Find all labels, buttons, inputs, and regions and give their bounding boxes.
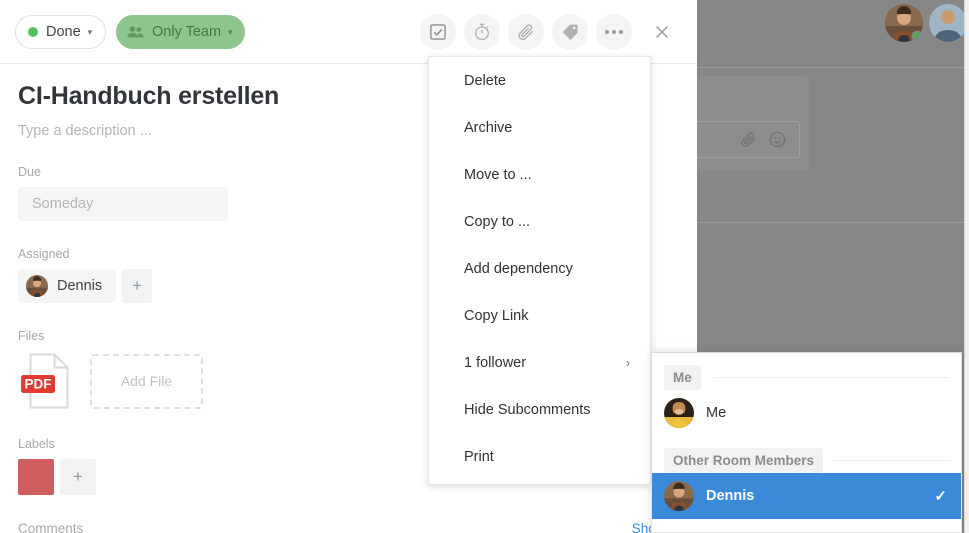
menu-item-hide-subcomments[interactable]: Hide Subcomments — [429, 386, 650, 433]
avatar-member-art — [929, 4, 967, 42]
avatar-me-art — [664, 398, 694, 428]
avatar-dennis-art — [26, 275, 48, 297]
followers-submenu: Me Me Other Room Members Dennis ✓ — [651, 352, 962, 533]
menu-item-label: Hide Subcomments — [464, 401, 591, 418]
chevron-down-icon: ▾ — [228, 26, 233, 37]
follower-row-me[interactable]: Me — [652, 390, 961, 436]
paperclip-icon[interactable] — [508, 14, 544, 50]
page-scroll-edge[interactable] — [964, 0, 969, 533]
file-thumb-pdf[interactable]: PDF — [18, 351, 80, 411]
submenu-section-other-room-members: Other Room Members — [652, 448, 961, 473]
menu-item-label: Delete — [464, 72, 506, 89]
task-toolbar — [420, 14, 680, 50]
avatar-dennis-art — [664, 481, 694, 511]
close-icon-art — [656, 26, 668, 38]
checkbox-icon-art — [430, 24, 446, 40]
menu-item-label: Archive — [464, 119, 513, 136]
task-detail-screen: Done ▾ Only Team ▾ CI-Handbuch erstellen… — [0, 0, 969, 533]
timer-icon[interactable] — [464, 14, 500, 50]
follower-name: Me — [706, 405, 727, 421]
tag-icon-art — [562, 24, 578, 40]
menu-item-followers[interactable]: 1 follower › — [429, 339, 650, 386]
timer-icon-art — [475, 23, 489, 41]
submenu-section-me: Me — [652, 365, 961, 390]
add-label-button[interactable]: + — [60, 459, 96, 495]
label-swatch-red[interactable] — [18, 459, 54, 495]
avatar-dennis — [664, 481, 694, 511]
pdf-file-icon: PDF — [21, 353, 69, 409]
section-divider — [712, 377, 949, 378]
background-member-avatars — [885, 4, 967, 42]
menu-item-label: Move to ... — [464, 166, 532, 183]
more-icon[interactable] — [596, 14, 632, 50]
people-icon-art — [127, 26, 144, 38]
menu-item-copy-to[interactable]: Copy to ... — [429, 198, 650, 245]
assignee-chip-dennis[interactable]: Dennis — [18, 269, 117, 303]
chevron-right-icon: › — [626, 355, 630, 370]
section-title: Me — [664, 365, 701, 390]
paperclip-icon[interactable] — [739, 130, 758, 149]
menu-item-label: Add dependency — [464, 260, 573, 277]
background-divider — [697, 222, 969, 223]
paperclip-icon-art — [518, 24, 534, 41]
check-icon: ✓ — [934, 488, 947, 505]
comments-label: Comments — [18, 521, 84, 533]
menu-item-move-to[interactable]: Move to ... — [429, 151, 650, 198]
menu-item-add-dependency[interactable]: Add dependency — [429, 245, 650, 292]
task-panel-header: Done ▾ Only Team ▾ — [0, 0, 697, 64]
avatar-dennis — [26, 275, 48, 297]
status-pill-done[interactable]: Done ▾ — [15, 15, 107, 49]
follower-row-dennis[interactable]: Dennis ✓ — [652, 473, 961, 519]
menu-item-label: Copy Link — [464, 307, 529, 324]
close-icon[interactable] — [644, 14, 680, 50]
more-icon-art — [605, 30, 623, 34]
menu-item-archive[interactable]: Archive — [429, 104, 650, 151]
add-file-dropzone[interactable]: Add File — [90, 353, 203, 409]
status-dot-icon — [28, 27, 38, 37]
menu-item-print[interactable]: Print — [429, 433, 650, 480]
context-menu: Delete Archive Move to ... Copy to ... A… — [428, 56, 651, 485]
avatar-dennis[interactable] — [885, 4, 923, 42]
menu-item-label: 1 follower — [464, 354, 527, 371]
avatar-member[interactable] — [929, 4, 967, 42]
assignee-name: Dennis — [57, 278, 103, 294]
add-assignee-button[interactable]: + — [122, 269, 153, 303]
section-divider — [835, 460, 949, 461]
people-icon — [127, 25, 144, 39]
menu-item-label: Copy to ... — [464, 213, 531, 230]
emoji-icon[interactable] — [768, 130, 787, 149]
comments-header-row: Comments Show D — [18, 521, 679, 533]
svg-text:PDF: PDF — [25, 377, 52, 392]
visibility-pill-only-team[interactable]: Only Team ▾ — [116, 15, 245, 49]
avatar-me — [664, 398, 694, 428]
follower-name: Dennis — [706, 488, 755, 504]
status-pill-label: Done — [46, 24, 81, 40]
due-date-input[interactable]: Someday — [18, 187, 228, 221]
menu-item-delete[interactable]: Delete — [429, 57, 650, 104]
section-title: Other Room Members — [664, 448, 824, 473]
chevron-down-icon: ▾ — [87, 26, 93, 37]
menu-item-copy-link[interactable]: Copy Link — [429, 292, 650, 339]
visibility-pill-label: Only Team — [152, 24, 222, 40]
checkbox-icon[interactable] — [420, 14, 456, 50]
tag-icon[interactable] — [552, 14, 588, 50]
online-status-dot — [913, 32, 922, 41]
menu-item-label: Print — [464, 448, 494, 465]
